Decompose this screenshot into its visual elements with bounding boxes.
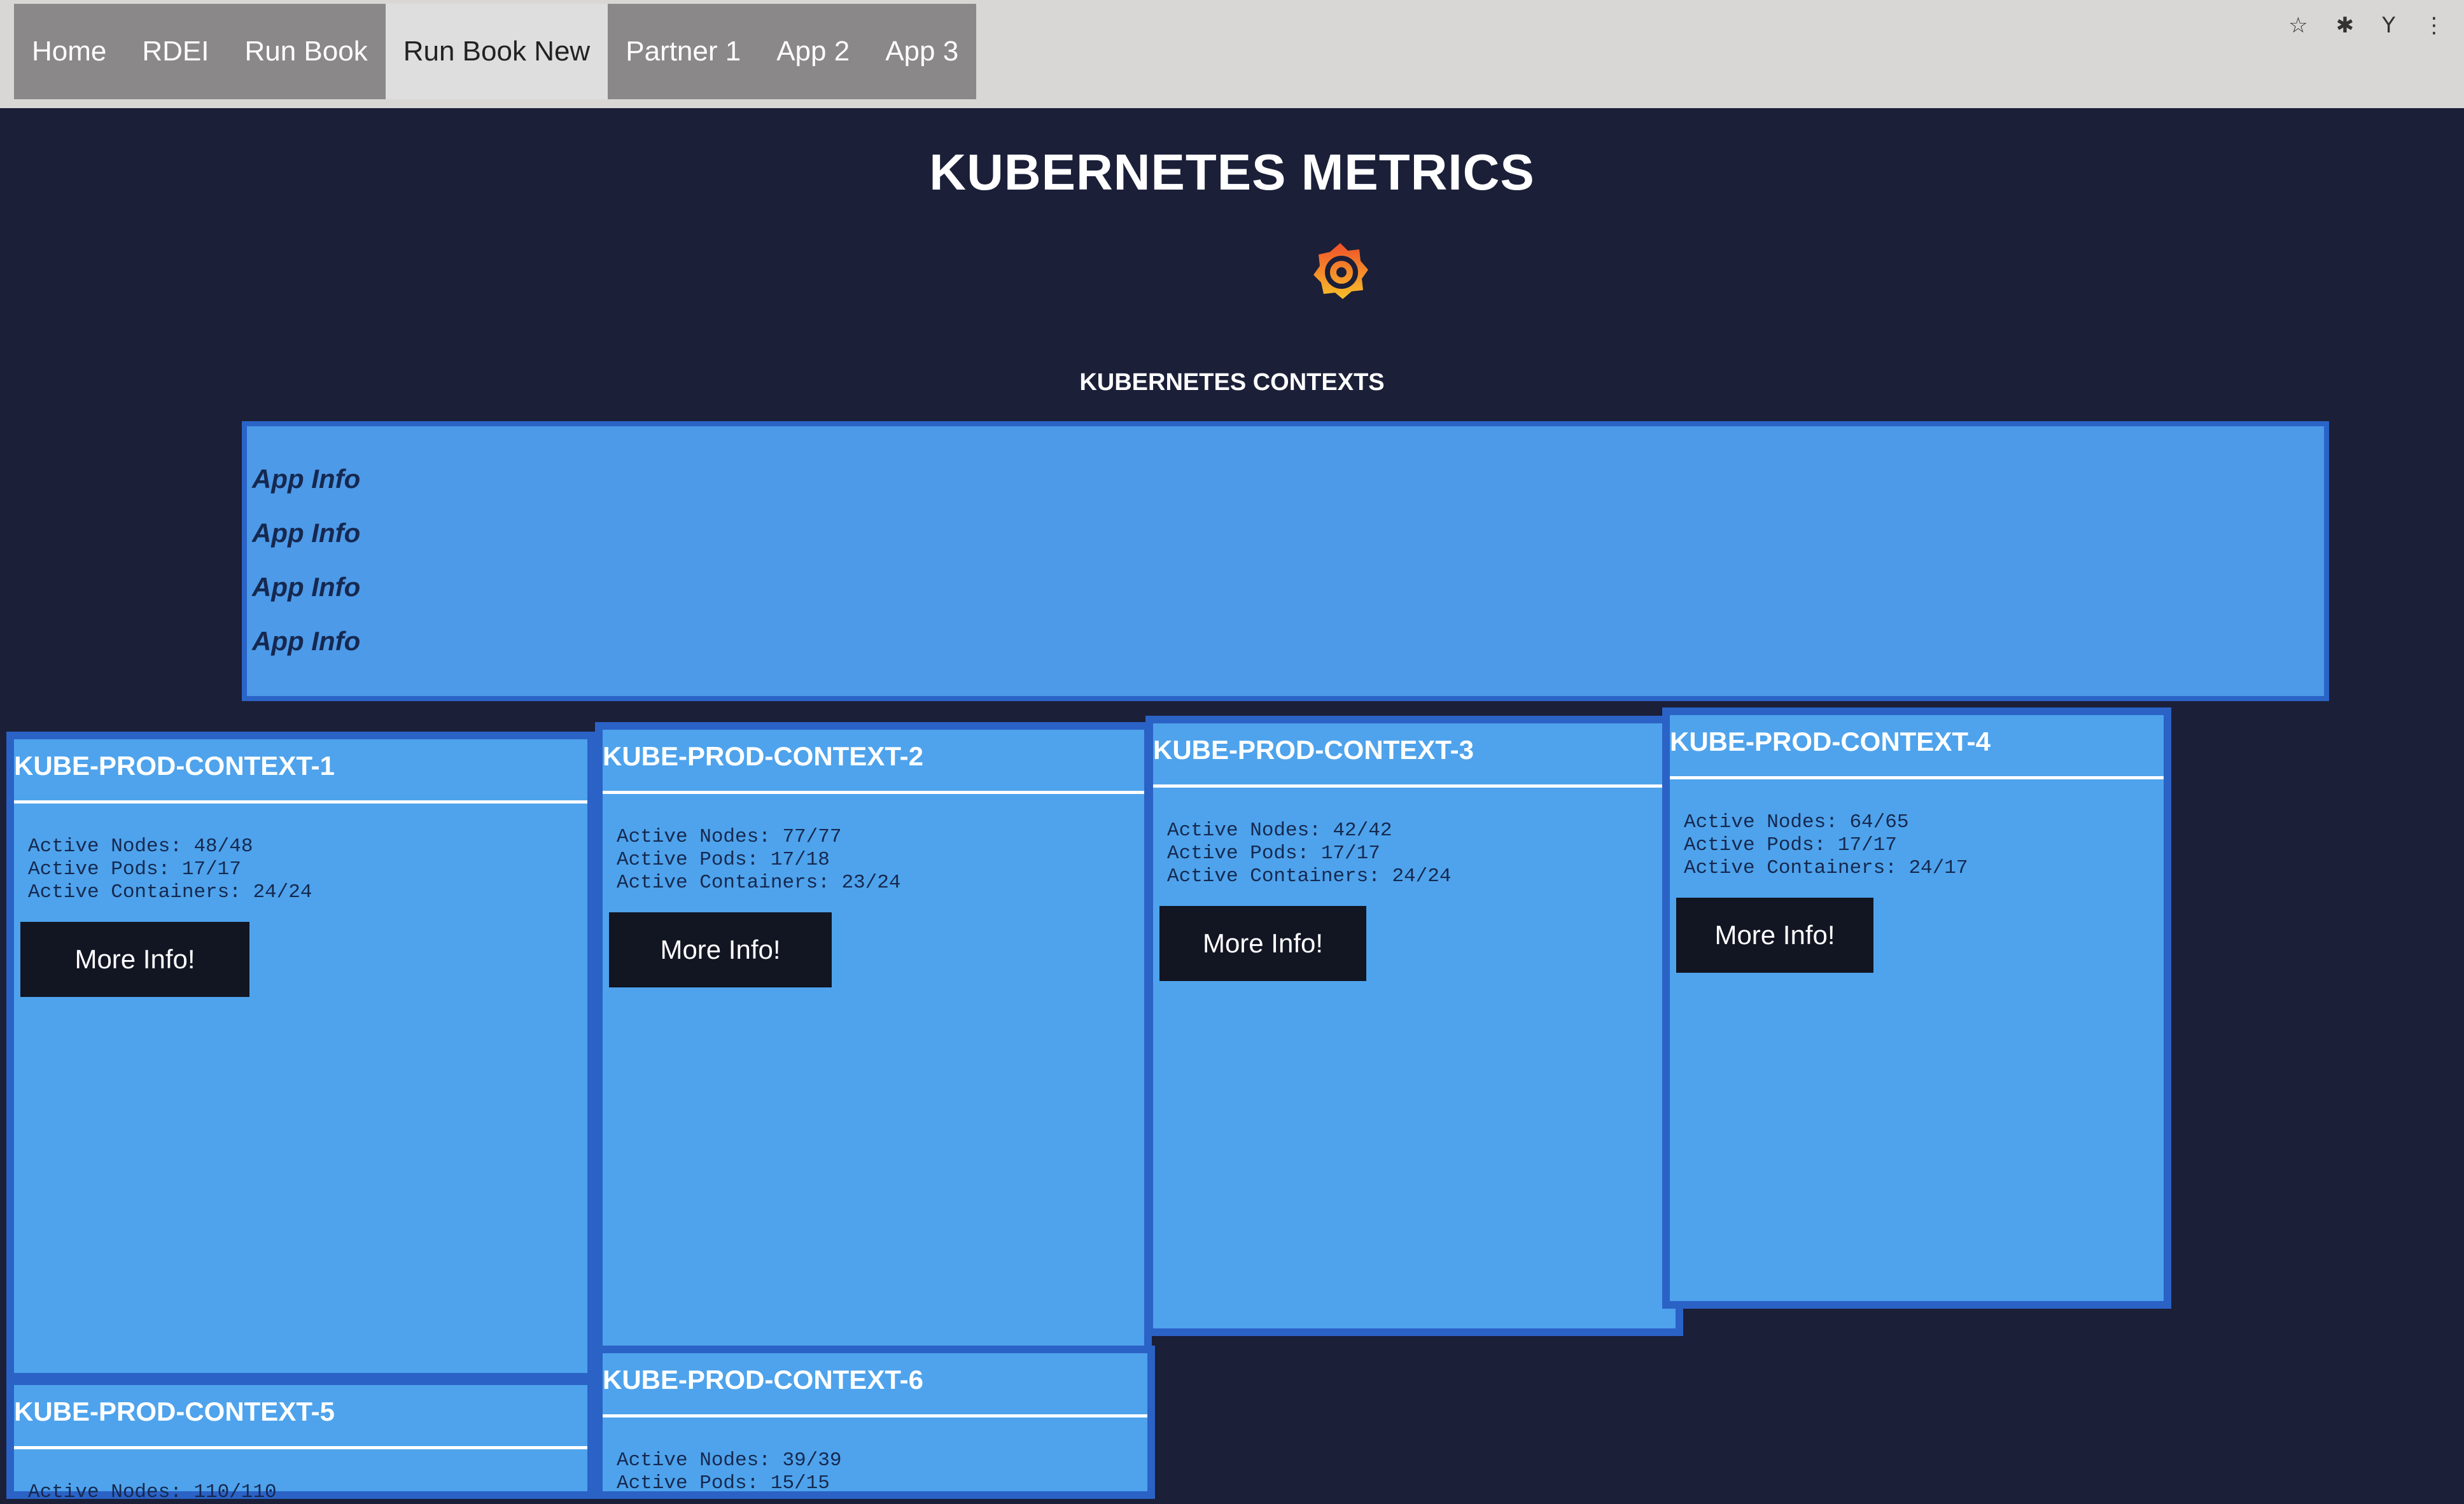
profile-icon[interactable]: Y (2382, 13, 2395, 38)
page-title: KUBERNETES METRICS (929, 144, 1535, 200)
context-card-3: KUBE-PROD-CONTEXT-3 Active Nodes: 42/42 … (1145, 716, 1683, 1336)
app-info-item: App Info (252, 572, 361, 602)
card-divider (1153, 784, 1676, 788)
nav-app-3[interactable]: App 3 (867, 4, 976, 99)
app-info-item: App Info (252, 464, 361, 494)
nav-app-2[interactable]: App 2 (759, 4, 867, 99)
active-nodes: Active Nodes: 48/48 (28, 835, 253, 858)
active-pods: Active Pods: 17/17 (28, 858, 241, 881)
more-info-button[interactable]: More Info! (1159, 906, 1366, 981)
context-name: KUBE-PROD-CONTEXT-3 (1153, 735, 1474, 765)
active-containers: Active Containers: 24/24 (28, 881, 312, 903)
extensions-puzzle-icon[interactable]: ✱ (2336, 13, 2355, 38)
bookmark-star-icon[interactable]: ☆ (2288, 13, 2307, 38)
active-pods: Active Pods: 15/15 (617, 1472, 830, 1494)
context-name: KUBE-PROD-CONTEXT-6 (603, 1365, 924, 1395)
context-card-2: KUBE-PROD-CONTEXT-2 Active Nodes: 77/77 … (595, 722, 1152, 1358)
nav-home[interactable]: Home (14, 4, 124, 99)
nav-rdei[interactable]: RDEI (124, 4, 227, 99)
context-card-6: KUBE-PROD-CONTEXT-6 Active Nodes: 39/39 … (595, 1346, 1155, 1499)
app-info-item: App Info (252, 626, 361, 656)
active-containers: Active Containers: 23/24 (617, 872, 901, 894)
app-info-panel: App Info App Info App Info App Info (242, 421, 2329, 701)
active-pods: Active Pods: 17/17 (1167, 842, 1380, 865)
active-pods: Active Pods: 17/17 (1684, 834, 1897, 856)
grafana-logo-icon (1313, 243, 1368, 299)
active-nodes: Active Nodes: 64/65 (1684, 811, 1909, 833)
active-nodes: Active Nodes: 77/77 (617, 826, 842, 848)
nav-partner-1[interactable]: Partner 1 (608, 4, 759, 99)
context-name: KUBE-PROD-CONTEXT-2 (603, 741, 924, 771)
card-divider (14, 1446, 587, 1449)
active-containers: Active Containers: 24/24 (1167, 865, 1452, 888)
context-card-4: KUBE-PROD-CONTEXT-4 Active Nodes: 64/65 … (1662, 707, 2171, 1309)
more-info-button[interactable]: More Info! (20, 922, 249, 997)
main-nav: Home RDEI Run Book Run Book New Partner … (14, 4, 977, 99)
active-pods: Active Pods: 17/18 (617, 849, 830, 871)
context-card-5: KUBE-PROD-CONTEXT-5 Active Nodes: 110/11… (6, 1377, 595, 1503)
active-containers: Active Containers: 24/17 (1684, 857, 1968, 879)
menu-kebab-icon[interactable]: ⋮ (2423, 13, 2445, 38)
nav-run-book[interactable]: Run Book (227, 4, 386, 99)
app-info-item: App Info (252, 518, 361, 548)
context-name: KUBE-PROD-CONTEXT-5 (14, 1396, 335, 1426)
context-name: KUBE-PROD-CONTEXT-4 (1670, 727, 1991, 756)
context-name: KUBE-PROD-CONTEXT-1 (14, 751, 335, 781)
card-divider (603, 791, 1144, 794)
active-nodes: Active Nodes: 110/110 (28, 1481, 277, 1503)
more-info-button[interactable]: More Info! (1676, 898, 1873, 973)
contexts-title: KUBERNETES CONTEXTS (1079, 369, 1385, 396)
more-info-button[interactable]: More Info! (609, 912, 832, 987)
context-card-1: KUBE-PROD-CONTEXT-1 Active Nodes: 48/48 … (6, 732, 595, 1381)
card-divider (603, 1414, 1147, 1417)
browser-top-bar: Home RDEI Run Book Run Book New Partner … (0, 0, 2464, 108)
browser-toolbar: ☆ ✱ Y ⋮ (2288, 13, 2445, 38)
card-divider (1670, 776, 2164, 779)
active-nodes: Active Nodes: 39/39 (617, 1449, 842, 1472)
active-nodes: Active Nodes: 42/42 (1167, 819, 1392, 842)
card-divider (14, 800, 587, 804)
nav-run-book-new[interactable]: Run Book New (385, 4, 608, 99)
